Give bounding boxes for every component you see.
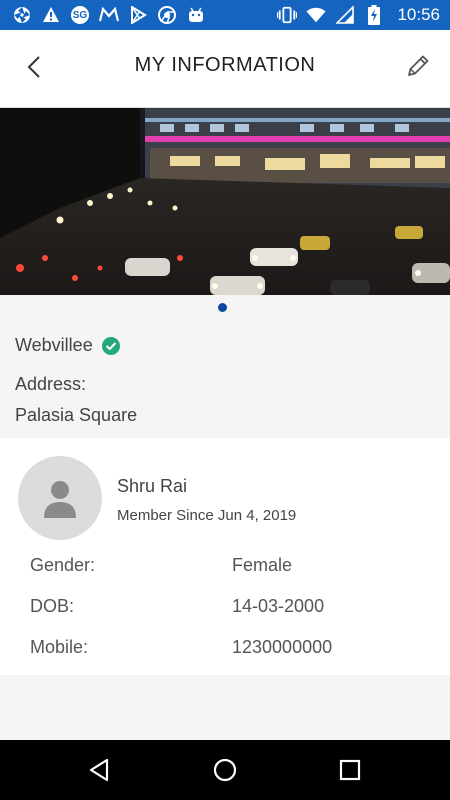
play-store-icon	[128, 5, 148, 25]
nav-back-button[interactable]	[85, 755, 115, 785]
dob-value: 14-03-2000	[232, 596, 325, 616]
aperture-icon	[12, 5, 32, 25]
edit-button[interactable]	[404, 52, 432, 80]
address-value: Palasia Square	[15, 405, 138, 425]
mobile-value: 1230000000	[232, 637, 333, 657]
mobile-label: Mobile:	[30, 637, 89, 657]
android-icon	[186, 5, 206, 25]
person-placeholder-icon	[44, 481, 76, 518]
company-info: Webvillee Address: Palasia Square	[15, 335, 435, 426]
user-name: Shru Rai	[117, 476, 188, 496]
member-since: Member Since Jun 4, 2019	[117, 507, 297, 524]
sg-icon-text: SG	[72, 9, 88, 21]
avatar[interactable]	[18, 456, 102, 540]
banner-image[interactable]	[0, 108, 450, 295]
gender-value: Female	[232, 555, 293, 575]
wifi-icon	[306, 5, 326, 25]
page-title: MY INFORMATION	[134, 54, 316, 76]
status-time: 10:56	[397, 5, 440, 24]
carousel-indicator-dot	[218, 303, 227, 312]
vibrate-icon	[277, 5, 298, 25]
app-bar: MY INFORMATION	[0, 30, 450, 108]
nav-recents-button[interactable]	[335, 755, 365, 785]
pencil-icon	[408, 55, 429, 76]
company-name: Webvillee	[15, 335, 93, 355]
signal-icon	[335, 5, 355, 25]
circle-home-icon	[213, 758, 237, 782]
triangle-back-icon	[89, 758, 109, 782]
profile-card: Shru Rai Member Since Jun 4, 2019 Gender…	[0, 438, 450, 675]
sg-icon: SG	[70, 5, 90, 25]
company-name-row: Webvillee	[15, 335, 435, 356]
nav-home-button[interactable]	[210, 755, 240, 785]
mail-icon	[99, 5, 119, 25]
status-bar: SG 10:56	[0, 0, 450, 30]
chrome-icon	[157, 5, 177, 25]
address-label: Address:	[15, 374, 87, 394]
gender-label: Gender:	[30, 555, 96, 575]
battery-charging-icon	[364, 5, 384, 25]
system-navigation-bar	[0, 740, 450, 800]
square-recents-icon	[339, 759, 361, 781]
verified-check-icon	[101, 336, 120, 355]
system-icons: 10:56	[277, 5, 440, 25]
city-night-photo	[0, 108, 450, 295]
notification-icons: SG	[12, 5, 206, 25]
warning-icon	[41, 5, 61, 25]
dob-label: DOB:	[30, 596, 75, 616]
